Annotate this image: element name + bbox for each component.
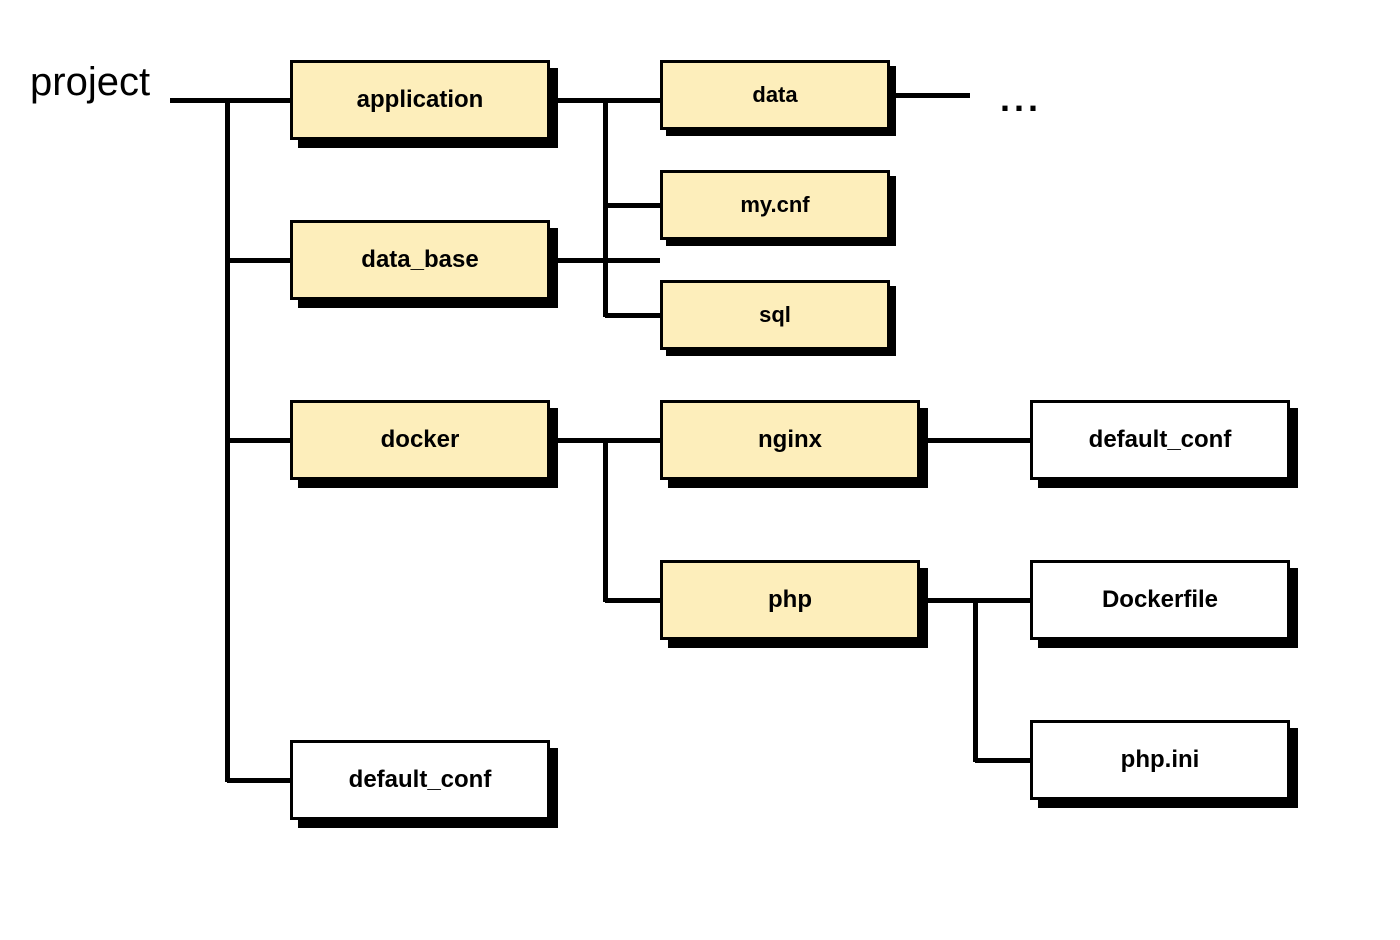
node-label: application bbox=[357, 86, 484, 114]
node-label: nginx bbox=[758, 426, 822, 454]
root-label: project bbox=[30, 60, 150, 105]
node-dockerfile: Dockerfile bbox=[1030, 560, 1290, 640]
connector-line bbox=[227, 258, 290, 263]
node-label: sql bbox=[759, 302, 791, 328]
connector-line bbox=[227, 438, 290, 443]
node-php: php bbox=[660, 560, 920, 640]
connector-line bbox=[973, 600, 978, 762]
node-nginx: nginx bbox=[660, 400, 920, 480]
connector-line bbox=[920, 438, 1030, 443]
connector-line bbox=[975, 758, 1030, 763]
connector-line bbox=[605, 598, 660, 603]
connector-line bbox=[603, 440, 608, 602]
node-sql: sql bbox=[660, 280, 890, 350]
node-label: data bbox=[752, 82, 797, 108]
node-data: data bbox=[660, 60, 890, 130]
node-label: php.ini bbox=[1121, 746, 1200, 774]
node-label: default_conf bbox=[349, 766, 492, 794]
connector-line bbox=[890, 93, 970, 98]
node-default_conf1: default_conf bbox=[290, 740, 550, 820]
node-label: default_conf bbox=[1089, 426, 1232, 454]
connector-line bbox=[227, 778, 290, 783]
connector-line bbox=[170, 98, 290, 103]
node-label: data_base bbox=[361, 246, 478, 274]
node-default_conf2: default_conf bbox=[1030, 400, 1290, 480]
node-my_cnf: my.cnf bbox=[660, 170, 890, 240]
node-label: php bbox=[768, 586, 812, 614]
diagram-stage: project ... application data_basedocker de… bbox=[0, 0, 1400, 940]
connector-line bbox=[605, 313, 660, 318]
ellipsis-icon: ... bbox=[1000, 78, 1042, 120]
node-data_base: data_base bbox=[290, 220, 550, 300]
node-label: Dockerfile bbox=[1102, 586, 1218, 614]
node-application: application bbox=[290, 60, 550, 140]
node-docker: docker bbox=[290, 400, 550, 480]
connector-line bbox=[603, 100, 608, 317]
node-label: my.cnf bbox=[740, 192, 809, 218]
node-php_ini: php.ini bbox=[1030, 720, 1290, 800]
node-label: docker bbox=[381, 426, 460, 454]
connector-line bbox=[605, 203, 660, 208]
